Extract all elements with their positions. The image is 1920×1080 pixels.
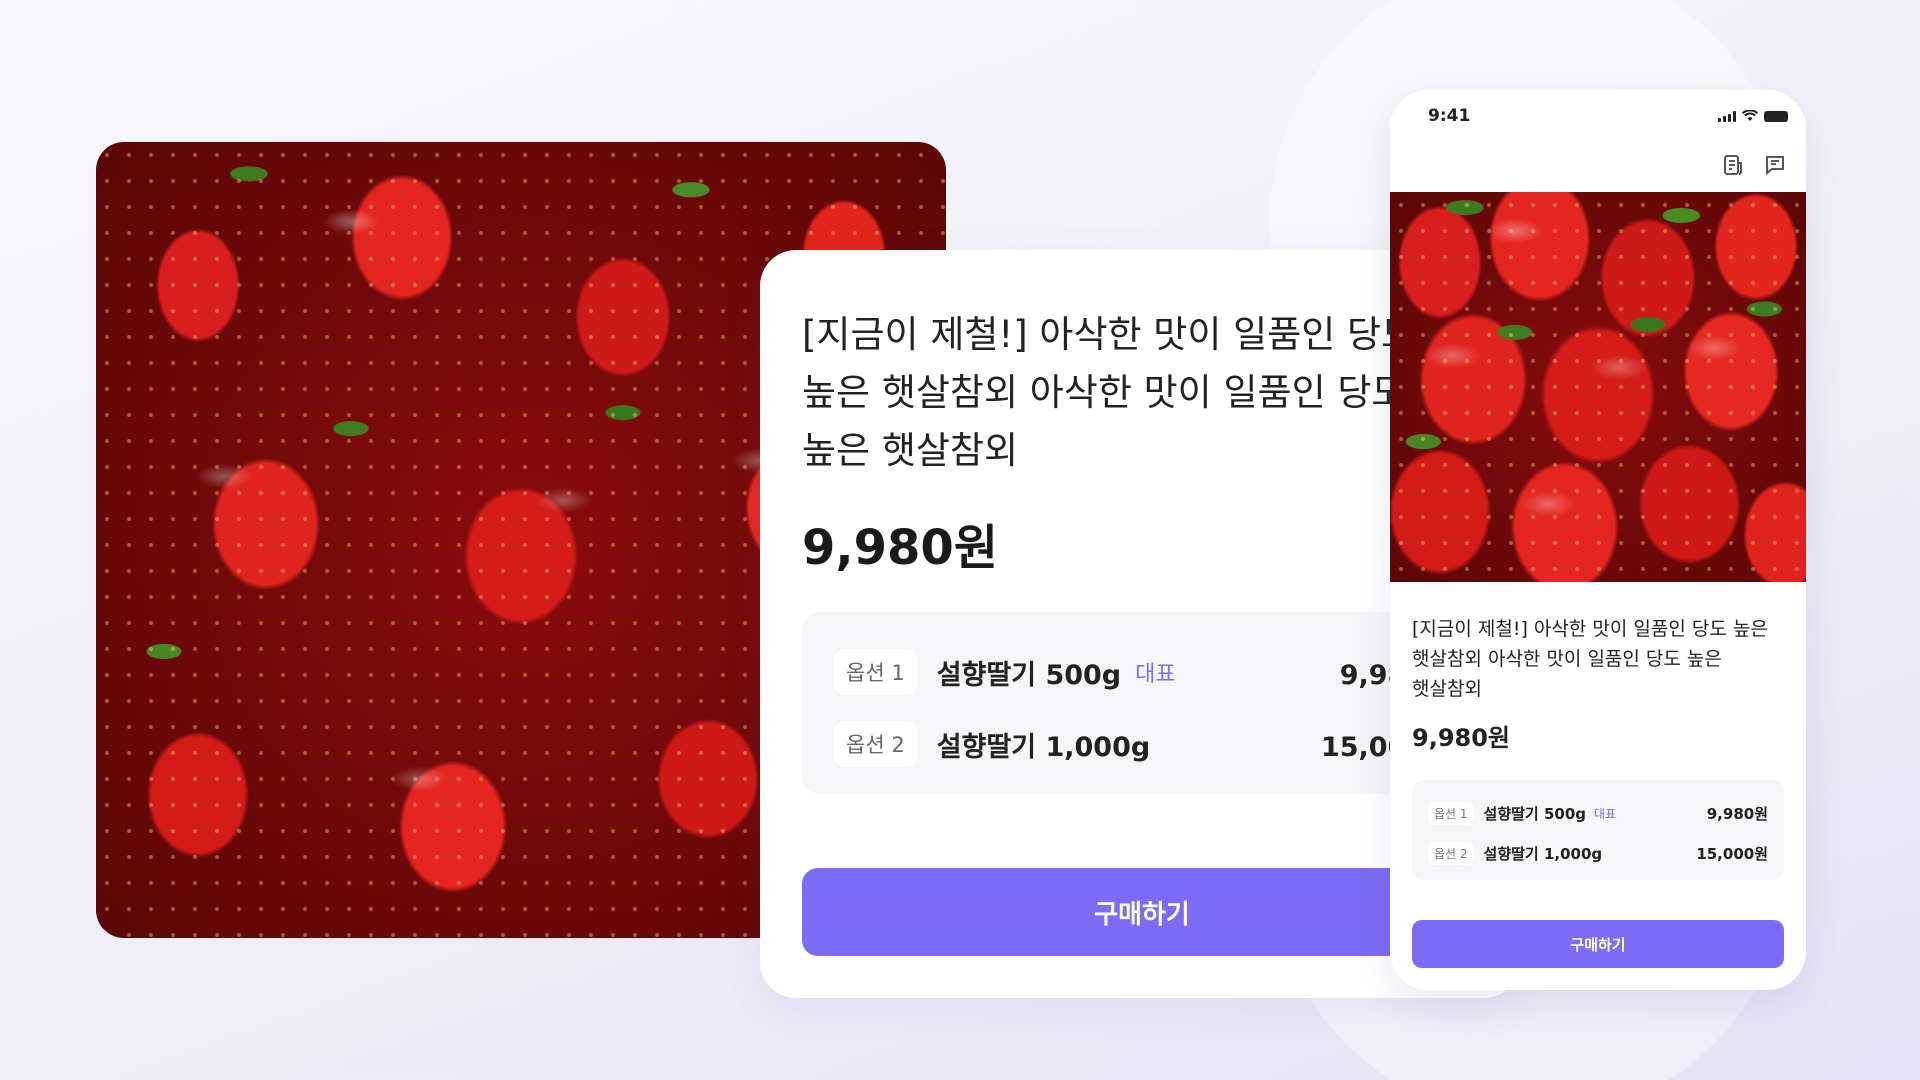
option-badge: 대표 [1135,662,1176,687]
battery-icon [1764,110,1788,122]
shine-texture [1390,192,1806,582]
chat-question-icon[interactable] [1762,152,1788,178]
detail-header: [지금이 제철!] 아삭한 맛이 일품인 당도 높은 햇살참외 아삭한 맛이 일… [802,306,1482,578]
options-list: 옵션 1 설향딸기 500g 대표 9,980원 옵션 2 설향딸기 1,000… [802,612,1482,794]
phone-buy-button[interactable]: 구매하기 [1412,920,1784,968]
phone-toolbar [1720,152,1788,178]
phone-option-tag: 옵션 2 [1428,841,1474,865]
phone-option-badge: 대표 [1594,806,1617,821]
phone-mockup: 9:41 [지금이 제철!] 아삭한 맛이 일품인 당도 높은 햇살참외 아삭한… [1390,90,1806,990]
option-name: 설향딸기 500g [936,659,1122,691]
receipt-icon[interactable] [1720,152,1746,178]
phone-product-info: [지금이 제철!] 아삭한 맛이 일품인 당도 높은 햇살참외 아삭한 맛이 일… [1412,614,1784,753]
phone-option-name: 설향딸기 500g [1483,804,1587,823]
phone-product-title: [지금이 제철!] 아삭한 맛이 일품인 당도 높은 햇살참외 아삭한 맛이 일… [1412,618,1768,700]
wifi-icon [1742,110,1758,121]
buy-button[interactable]: 구매하기 [802,868,1482,956]
signal-icon [1718,110,1736,122]
phone-option-row[interactable]: 옵션 1 설향딸기 500g 대표 9,980원 [1428,796,1768,830]
product-title: [지금이 제철!] 아삭한 맛이 일품인 당도 높은 햇살참외 아삭한 맛이 일… [802,313,1416,472]
phone-option-row[interactable]: 옵션 2 설향딸기 1,000g 15,000원 [1428,836,1768,870]
phone-product-price: 9,980원 [1412,724,1510,752]
status-time: 9:41 [1428,106,1471,126]
phone-product-image [1390,192,1806,582]
option-tag: 옵션 2 [834,721,917,767]
option-row[interactable]: 옵션 2 설향딸기 1,000g 15,000원 [834,714,1450,774]
phone-option-price: 9,980원 [1706,804,1768,823]
phone-option-name: 설향딸기 1,000g [1483,844,1603,863]
status-bar: 9:41 [1390,90,1806,146]
product-price: 9,980원 [802,520,998,576]
phone-options-list: 옵션 1 설향딸기 500g 대표 9,980원 옵션 2 설향딸기 1,000… [1412,780,1784,880]
phone-option-tag: 옵션 1 [1428,801,1474,825]
option-row[interactable]: 옵션 1 설향딸기 500g 대표 9,980원 [834,642,1450,702]
option-tag: 옵션 1 [834,649,917,695]
option-name: 설향딸기 1,000g [936,731,1151,763]
phone-option-price: 15,000원 [1696,844,1768,863]
status-icons [1718,110,1788,122]
